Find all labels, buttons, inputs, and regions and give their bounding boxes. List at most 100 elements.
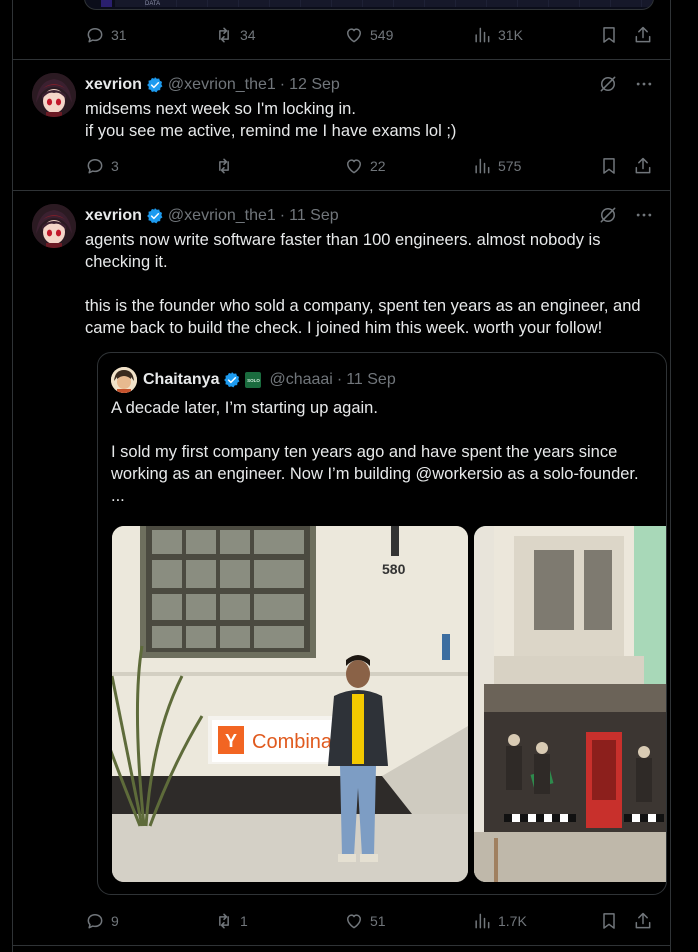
repost-icon bbox=[219, 913, 229, 929]
handle[interactable]: @xevrion_the1 bbox=[168, 207, 276, 225]
timestamp[interactable]: 11 Sep bbox=[289, 207, 339, 225]
tweet-text-line: midsems next week so I'm locking in. bbox=[85, 100, 356, 118]
share-button[interactable] bbox=[633, 153, 653, 179]
verified-badge-icon[interactable] bbox=[146, 76, 164, 94]
more-options-icon[interactable] bbox=[634, 74, 654, 94]
share-icon bbox=[635, 26, 651, 43]
analytics-icon bbox=[475, 158, 490, 174]
reply-count: 31 bbox=[111, 27, 127, 43]
more-options-icon[interactable] bbox=[634, 205, 654, 225]
avatar[interactable] bbox=[32, 204, 76, 248]
tweet-paragraph: agents now write software faster than 10… bbox=[85, 231, 601, 271]
yc-logo-letter: Y bbox=[225, 731, 237, 751]
repost-button[interactable] bbox=[214, 153, 240, 179]
separator: · bbox=[336, 371, 343, 388]
quoted-tweet[interactable]: Chaitanya SOLO @chaaai · 11 Sep A decade… bbox=[97, 352, 667, 895]
media-photo-storefront[interactable] bbox=[474, 526, 666, 882]
display-name[interactable]: xevrion bbox=[85, 76, 142, 94]
bookmark-button[interactable] bbox=[599, 153, 619, 179]
separator: · bbox=[279, 207, 286, 224]
chart-fragment bbox=[101, 0, 112, 7]
grok-icon[interactable] bbox=[598, 74, 618, 94]
tweet-text: agents now write software faster than 10… bbox=[85, 229, 654, 339]
reply-button[interactable]: 9 bbox=[85, 908, 119, 934]
tweet-header: xevrion @xevrion_the1 · 12 Sep bbox=[85, 74, 654, 96]
quoted-paragraph: I sold my first company ten years ago an… bbox=[111, 443, 639, 483]
bookmark-icon bbox=[603, 158, 615, 174]
action-bar: 31 34 549 31K bbox=[85, 22, 654, 48]
views-count: 1.7K bbox=[498, 913, 527, 929]
heart-icon bbox=[347, 28, 361, 43]
like-button[interactable]: 51 bbox=[344, 908, 386, 934]
repost-icon bbox=[219, 158, 229, 174]
separator: · bbox=[279, 76, 286, 93]
affiliate-badge-text: SOLO bbox=[247, 377, 260, 383]
share-button[interactable] bbox=[633, 908, 653, 934]
reply-icon bbox=[87, 28, 103, 43]
analytics-icon bbox=[475, 27, 490, 43]
tweet-previous[interactable]: DATA 31 34 549 31K bbox=[13, 0, 670, 60]
avatar[interactable] bbox=[111, 367, 137, 393]
handle[interactable]: @xevrion_the1 bbox=[168, 76, 276, 94]
chart-grid bbox=[115, 0, 653, 7]
views-count: 31K bbox=[498, 27, 523, 43]
quoted-paragraph: A decade later, I’m starting up again. bbox=[111, 399, 378, 417]
repost-icon bbox=[219, 27, 229, 43]
like-button[interactable]: 549 bbox=[344, 22, 393, 48]
views-count: 575 bbox=[498, 158, 522, 174]
media-card-bottom[interactable]: DATA bbox=[84, 0, 654, 10]
analytics-icon bbox=[475, 913, 490, 929]
tweet[interactable]: xevrion @xevrion_the1 · 11 Sep agents no… bbox=[13, 191, 670, 946]
reply-button[interactable]: 31 bbox=[85, 22, 127, 48]
reply-count: 9 bbox=[111, 913, 119, 929]
timeline: DATA 31 34 549 31K xevrion @xevrion_the1… bbox=[12, 0, 671, 952]
bookmark-button[interactable] bbox=[599, 22, 619, 48]
views-button[interactable]: 31K bbox=[472, 22, 523, 48]
verified-badge-icon[interactable] bbox=[146, 207, 164, 225]
affiliate-badge[interactable]: SOLO bbox=[245, 372, 262, 388]
tweet[interactable]: xevrion @xevrion_the1 · 12 Sep midsems n… bbox=[13, 60, 670, 191]
anime-avatar-image bbox=[32, 204, 76, 248]
header-actions bbox=[598, 205, 654, 225]
photo-image bbox=[474, 526, 666, 882]
bookmark-button[interactable] bbox=[599, 908, 619, 934]
quoted-tweet-text: A decade later, I’m starting up again. I… bbox=[111, 397, 652, 507]
tweet-paragraph: this is the founder who sold a company, … bbox=[85, 297, 641, 337]
repost-button[interactable]: 34 bbox=[214, 22, 256, 48]
display-name[interactable]: xevrion bbox=[85, 207, 142, 225]
repost-count: 1 bbox=[240, 913, 248, 929]
avatar[interactable] bbox=[32, 73, 76, 117]
like-count: 51 bbox=[370, 913, 386, 929]
media-photo-ycombinator-sign[interactable]: 580 Y Combinat bbox=[112, 526, 468, 882]
repost-button[interactable]: 1 bbox=[214, 908, 248, 934]
heart-icon bbox=[347, 914, 361, 929]
handle[interactable]: @chaaai bbox=[269, 371, 332, 389]
tweet-header: xevrion @xevrion_the1 · 11 Sep bbox=[85, 205, 654, 227]
anime-avatar-image bbox=[32, 73, 76, 117]
timestamp[interactable]: 11 Sep bbox=[346, 371, 396, 389]
grok-icon[interactable] bbox=[598, 205, 618, 225]
reply-icon bbox=[87, 914, 103, 929]
like-button[interactable]: 22 bbox=[344, 153, 386, 179]
verified-badge-icon[interactable] bbox=[223, 371, 241, 389]
quoted-tweet-header: Chaitanya SOLO @chaaai · 11 Sep bbox=[111, 367, 396, 393]
bookmark-icon bbox=[603, 913, 615, 929]
share-button[interactable] bbox=[633, 22, 653, 48]
timestamp[interactable]: 12 Sep bbox=[289, 76, 340, 94]
header-actions bbox=[598, 74, 654, 94]
bookmark-icon bbox=[603, 27, 615, 43]
reply-count: 3 bbox=[111, 158, 119, 174]
tweet-text: midsems next week so I'm locking in. if … bbox=[85, 98, 654, 142]
like-count: 549 bbox=[370, 27, 394, 43]
like-count: 22 bbox=[370, 158, 386, 174]
heart-icon bbox=[347, 159, 361, 174]
views-button[interactable]: 575 bbox=[472, 153, 521, 179]
action-bar: 3 22 575 bbox=[85, 153, 654, 179]
cartoon-avatar-image bbox=[111, 367, 137, 393]
views-button[interactable]: 1.7K bbox=[472, 908, 527, 934]
display-name[interactable]: Chaitanya bbox=[143, 371, 219, 389]
address-number: 580 bbox=[382, 561, 406, 577]
reply-button[interactable]: 3 bbox=[85, 153, 119, 179]
repost-count: 34 bbox=[240, 27, 256, 43]
photo-image: 580 Y Combinat bbox=[112, 526, 468, 882]
